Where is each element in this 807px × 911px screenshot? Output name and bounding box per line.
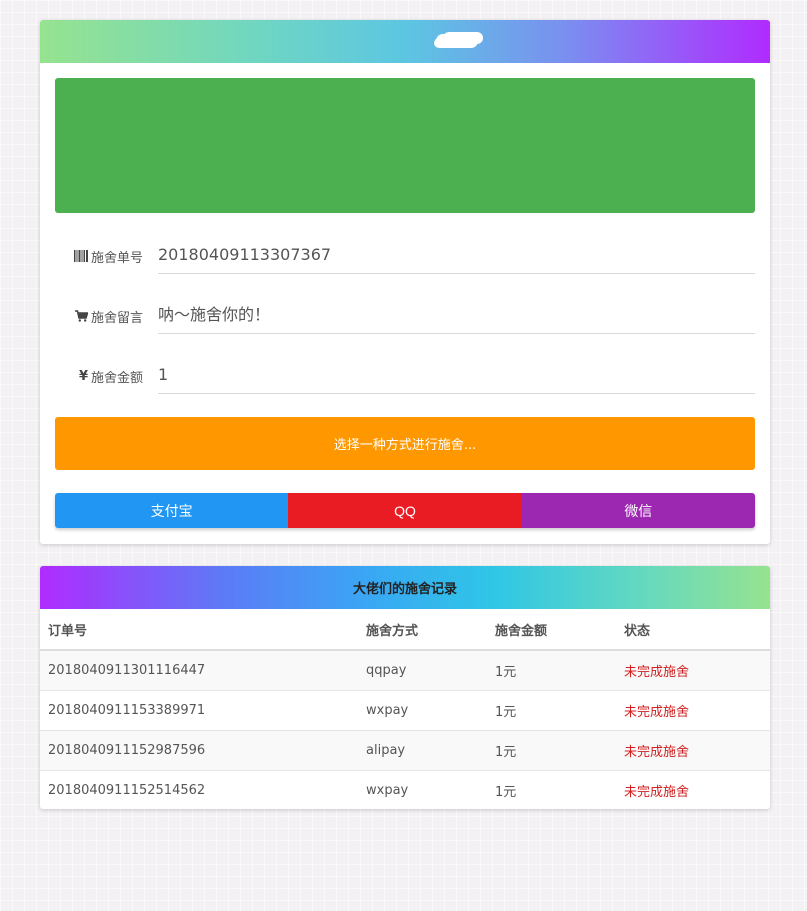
- order-number-label-text: 施舍单号: [90, 250, 143, 266]
- cell-status: 未完成施舍: [616, 730, 770, 771]
- records-table: 订单号 施舍方式 施舍金额 状态 2018040911301116447 qqp…: [40, 609, 770, 809]
- cell-amount: 1元: [487, 770, 616, 809]
- column-header-method: 施舍方式: [358, 609, 487, 651]
- cell-order: 2018040911152514562: [40, 770, 358, 809]
- cell-method: qqpay: [358, 649, 487, 691]
- cell-amount: 1元: [487, 730, 616, 771]
- cell-method: wxpay: [358, 690, 487, 731]
- message-label-text: 施舍留言: [90, 310, 143, 326]
- cell-status: 未完成施舍: [616, 690, 770, 731]
- payment-method-group: 支付宝 QQ 微信: [55, 493, 755, 528]
- column-header-status: 状态: [616, 609, 770, 651]
- order-number-field[interactable]: [158, 236, 755, 274]
- message-field[interactable]: [158, 296, 755, 334]
- order-number-row: 施舍单号: [55, 236, 755, 276]
- barcode-icon: [73, 250, 88, 262]
- table-row: 2018040911152514562 wxpay 1元 未完成施舍: [40, 770, 770, 809]
- cell-status: 未完成施舍: [616, 649, 770, 691]
- message-row: 施舍留言: [55, 296, 755, 336]
- amount-label-text: 施舍金额: [90, 370, 143, 386]
- table-row: 2018040911153389971 wxpay 1元 未完成施舍: [40, 690, 770, 731]
- table-row: 2018040911152987596 alipay 1元 未完成施舍: [40, 730, 770, 771]
- cart-icon: [74, 310, 88, 322]
- amount-field[interactable]: [158, 356, 755, 394]
- cell-status: 未完成施舍: [616, 770, 770, 809]
- cell-method: alipay: [358, 730, 487, 771]
- donation-panel: 施舍单号 施舍留言 ¥ 施舍金额 选择一种方式进行施舍... 支付宝: [40, 20, 770, 544]
- choose-method-button[interactable]: 选择一种方式进行施舍...: [55, 417, 755, 470]
- cloud-icon: [436, 34, 478, 48]
- cell-order: 2018040911152987596: [40, 730, 358, 771]
- cell-amount: 1元: [487, 690, 616, 731]
- column-header-amount: 施舍金额: [487, 609, 616, 651]
- records-title: 大佬们的施舍记录: [40, 566, 770, 609]
- cell-order: 2018040911153389971: [40, 690, 358, 731]
- table-row: 2018040911301116447 qqpay 1元 未完成施舍: [40, 649, 770, 691]
- cell-order: 2018040911301116447: [40, 649, 358, 691]
- panel-header: [40, 20, 770, 63]
- table-header-row: 订单号 施舍方式 施舍金额 状态: [40, 609, 770, 651]
- records-panel: 大佬们的施舍记录 订单号 施舍方式 施舍金额 状态 20180409113011…: [40, 566, 770, 809]
- amount-label: ¥ 施舍金额: [55, 356, 143, 396]
- order-number-label: 施舍单号: [55, 236, 143, 276]
- cell-method: wxpay: [358, 770, 487, 809]
- column-header-order: 订单号: [40, 609, 358, 651]
- alipay-button[interactable]: 支付宝: [55, 493, 289, 528]
- yen-icon: ¥: [78, 368, 88, 384]
- qq-pay-button[interactable]: QQ: [288, 493, 522, 528]
- cell-amount: 1元: [487, 649, 616, 691]
- amount-row: ¥ 施舍金额: [55, 356, 755, 396]
- banner: [55, 78, 755, 213]
- wechat-pay-button[interactable]: 微信: [521, 493, 755, 528]
- message-label: 施舍留言: [55, 296, 143, 336]
